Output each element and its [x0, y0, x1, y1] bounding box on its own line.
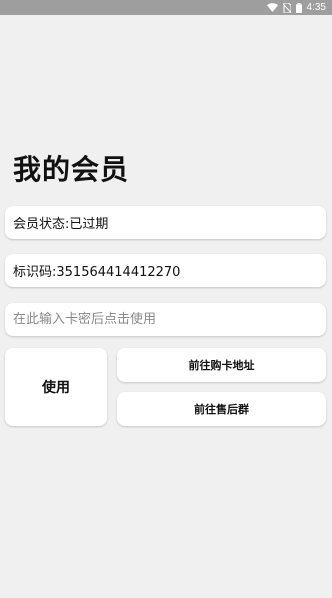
wifi-icon [266, 0, 278, 15]
member-status-card: 会员状态:已过期 [5, 206, 326, 239]
buy-card-button[interactable]: 前往购卡地址 [117, 348, 326, 382]
use-button-label: 使用 [42, 380, 70, 396]
identifier-text: 标识码:351564414412270 [13, 265, 181, 280]
identifier-card: 标识码:351564414412270 [5, 254, 326, 287]
no-sim-icon [282, 0, 291, 15]
status-bar: 4:35 [0, 0, 332, 15]
battery-icon [295, 0, 302, 15]
card-key-input-container [5, 303, 326, 336]
buy-card-button-label: 前往购卡地址 [188, 359, 255, 372]
status-time: 4:35 [306, 2, 326, 13]
card-key-input[interactable] [5, 303, 326, 336]
member-status-text: 会员状态:已过期 [13, 217, 109, 232]
page-title: 我的会员 [13, 153, 130, 186]
support-group-button[interactable]: 前往售后群 [117, 392, 326, 426]
support-group-button-label: 前往售后群 [194, 403, 249, 416]
use-button[interactable]: 使用 [5, 348, 107, 426]
